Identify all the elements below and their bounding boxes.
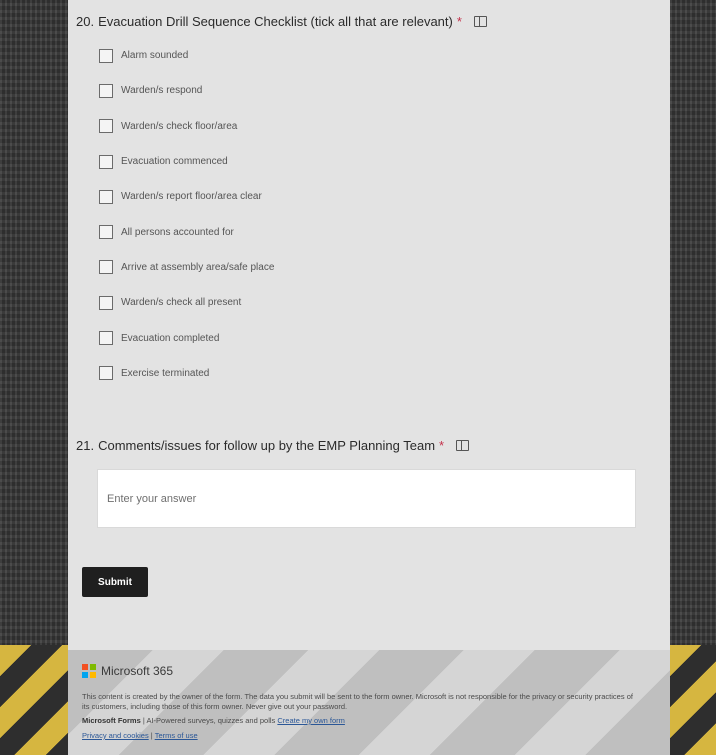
privacy-link[interactable]: Privacy and cookies (82, 731, 149, 740)
option-label: Evacuation completed (121, 332, 220, 344)
microsoft-365-logo: Microsoft 365 (82, 664, 173, 678)
question-20-number: 20. (76, 14, 95, 29)
answer-input[interactable] (97, 469, 636, 528)
question-21-number: 21. (76, 438, 95, 453)
form-card: 20. Evacuation Drill Sequence Checklist … (68, 0, 670, 650)
disclaimer-text: This content is created by the owner of … (82, 692, 633, 711)
terms-link[interactable]: Terms of use (155, 731, 198, 740)
checkbox[interactable] (99, 48, 113, 63)
option-label: Exercise terminated (121, 367, 210, 379)
option-label: Alarm sounded (121, 50, 189, 62)
forms-tagline: | AI-Powered surveys, quizzes and polls (140, 716, 278, 725)
checkbox[interactable] (99, 225, 113, 240)
question-21-title: 21. Comments/issues for follow up by the… (76, 438, 470, 453)
required-asterisk: * (439, 438, 445, 453)
checkbox[interactable] (99, 260, 113, 275)
create-form-link[interactable]: Create my own form (277, 716, 345, 725)
immersive-reader-icon[interactable] (473, 16, 487, 27)
question-20-text: Evacuation Drill Sequence Checklist (tic… (98, 14, 453, 29)
question-21-text: Comments/issues for follow up by the EMP… (98, 438, 436, 453)
forms-credit-line: Microsoft Forms | AI-Powered surveys, qu… (82, 716, 345, 725)
background-left (0, 0, 68, 755)
option-evacuation-commenced[interactable]: Evacuation commenced (99, 144, 274, 179)
checkbox[interactable] (99, 119, 113, 134)
legal-links: Privacy and cookies | Terms of use (82, 731, 198, 740)
background-right (670, 0, 716, 755)
footer: Microsoft 365 This content is created by… (68, 650, 670, 755)
checkbox-list: Alarm sounded Warden/s respond Warden/s … (99, 48, 274, 401)
checkbox[interactable] (99, 83, 113, 98)
hazard-stripes-right (670, 645, 716, 755)
forms-name: Microsoft Forms (82, 716, 141, 725)
hazard-stripes-left (0, 645, 68, 755)
option-wardens-check-floor[interactable]: Warden/s check floor/area (99, 109, 274, 144)
checkbox[interactable] (99, 154, 113, 169)
question-20-title: 20. Evacuation Drill Sequence Checklist … (76, 14, 487, 29)
option-label: Warden/s respond (121, 85, 203, 97)
option-evacuation-completed[interactable]: Evacuation completed (99, 320, 274, 355)
submit-button[interactable]: Submit (82, 567, 148, 597)
option-label: All persons accounted for (121, 226, 234, 238)
option-alarm-sounded[interactable]: Alarm sounded (99, 38, 274, 73)
option-wardens-respond[interactable]: Warden/s respond (99, 73, 274, 108)
checkbox[interactable] (99, 295, 113, 310)
immersive-reader-icon[interactable] (456, 440, 470, 451)
option-all-persons-accounted[interactable]: All persons accounted for (99, 214, 274, 249)
option-label: Arrive at assembly area/safe place (121, 261, 275, 273)
brand-name: Microsoft 365 (101, 664, 174, 678)
option-label: Warden/s report floor/area clear (121, 191, 262, 203)
option-label: Warden/s check floor/area (121, 120, 238, 132)
option-exercise-terminated[interactable]: Exercise terminated (99, 356, 274, 391)
checkbox[interactable] (99, 366, 113, 381)
option-wardens-report-clear[interactable]: Warden/s report floor/area clear (99, 179, 274, 214)
option-label: Warden/s check all present (121, 297, 242, 309)
option-wardens-check-present[interactable]: Warden/s check all present (99, 285, 274, 320)
option-label: Evacuation commenced (121, 156, 228, 168)
microsoft-logo-icon (82, 664, 96, 678)
checkbox[interactable] (99, 331, 113, 346)
option-arrive-assembly-area[interactable]: Arrive at assembly area/safe place (99, 250, 274, 285)
checkbox[interactable] (99, 189, 113, 204)
required-asterisk: * (456, 14, 462, 29)
